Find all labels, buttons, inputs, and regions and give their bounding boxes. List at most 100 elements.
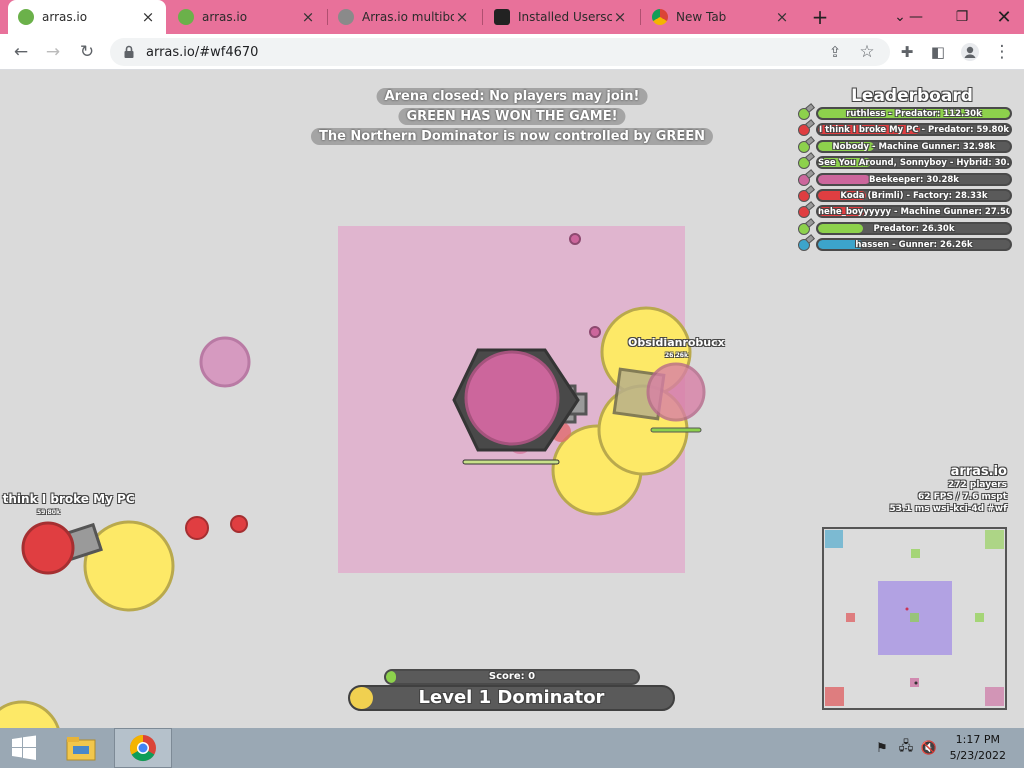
dominator-health-bar bbox=[462, 459, 560, 465]
tank-icon bbox=[798, 206, 810, 219]
tank-icon bbox=[798, 140, 810, 153]
chrome-taskbar-icon[interactable] bbox=[114, 728, 172, 768]
tab-title: arras.io bbox=[42, 10, 88, 24]
player-score-label: 26.26k bbox=[665, 352, 688, 359]
close-tab-icon[interactable]: × bbox=[454, 8, 470, 26]
yellow-bullet bbox=[83, 520, 175, 612]
player-name-label: I think I broke My PC bbox=[0, 492, 135, 506]
bookmark-star-icon[interactable]: ☆ bbox=[854, 39, 880, 65]
tab-arras-multibox[interactable]: Arras.io multibox × bbox=[328, 0, 480, 34]
tab-title: New Tab bbox=[676, 10, 727, 24]
leaderboard-title: Leaderboard bbox=[851, 86, 973, 106]
tab-arras-active[interactable]: arras.io × bbox=[8, 0, 166, 34]
pink-drone bbox=[199, 336, 251, 388]
game-canvas[interactable]: Arena closed: No players may join! GREEN… bbox=[0, 70, 1024, 728]
player-count: 272 players bbox=[947, 480, 1007, 490]
yellow-bullet bbox=[0, 700, 60, 728]
tab-divider bbox=[482, 9, 483, 25]
chrome-menu-icon[interactable]: ⋮ bbox=[989, 39, 1015, 65]
leaderboard-score-bar: I think I broke My PC - Predator: 59.80k bbox=[816, 123, 1012, 137]
announcement-dominator: The Northern Dominator is now controlled… bbox=[310, 128, 714, 145]
tank-icon bbox=[798, 189, 810, 202]
close-window-button[interactable]: ✕ bbox=[984, 0, 1024, 34]
clock-date: 5/23/2022 bbox=[949, 749, 1006, 762]
tab-new-tab[interactable]: New Tab × bbox=[642, 0, 800, 34]
restore-button[interactable]: ❐ bbox=[942, 0, 982, 34]
clock-time: 1:17 PM bbox=[955, 733, 1000, 746]
forward-arrow-icon[interactable]: → bbox=[40, 39, 66, 65]
tab-installed-userscripts[interactable]: Installed Userscri × bbox=[484, 0, 638, 34]
leaderboard-entry-label: hehe_boyyyyyy - Machine Gunner: 27.50k bbox=[818, 207, 1012, 218]
system-clock[interactable]: 1:17 PM 5/23/2022 bbox=[950, 732, 1006, 764]
tank-icon bbox=[798, 124, 810, 137]
network-icon[interactable]: 🖧 bbox=[895, 728, 917, 768]
tampermonkey-icon bbox=[494, 9, 510, 25]
browser-tab-strip: arras.io × arras.io × Arras.io multibox … bbox=[0, 0, 1024, 34]
server-info: arras.io 272 players 62 FPS / 7.6 mspt 5… bbox=[890, 464, 1007, 515]
tank-icon bbox=[798, 239, 810, 252]
tank-icon bbox=[798, 222, 810, 235]
minimap-canvas bbox=[825, 530, 1004, 706]
red-tank-body bbox=[21, 521, 75, 575]
latency-readout: 53.1 ms wsi-kci-4d #wf bbox=[889, 504, 1007, 514]
tab-title: Arras.io multibox bbox=[362, 10, 454, 24]
reload-icon[interactable]: ↻ bbox=[74, 39, 100, 65]
leaderboard-score-bar: Beekeeper: 30.28k bbox=[816, 172, 1012, 186]
new-tab-button[interactable]: + bbox=[800, 0, 840, 34]
red-bullet bbox=[230, 515, 248, 533]
profile-avatar-icon[interactable] bbox=[957, 39, 983, 65]
address-bar[interactable]: arras.io/#wf4670 bbox=[110, 38, 890, 66]
pink-bullet bbox=[589, 326, 601, 338]
score-bar: Score: 0 bbox=[384, 669, 640, 685]
leaderboard-entry: Koda (Brimli) - Factory: 28.33k bbox=[796, 188, 1016, 204]
leaderboard-entry-label: I think I broke My PC - Predator: 59.80k bbox=[818, 125, 1010, 136]
url-text: arras.io/#wf4670 bbox=[146, 44, 259, 60]
minimize-button[interactable]: — bbox=[896, 0, 936, 34]
pink-bullet bbox=[569, 233, 581, 245]
leaderboard-score-bar: Nobody - Machine Gunner: 32.98k bbox=[816, 139, 1012, 153]
back-arrow-icon[interactable]: ← bbox=[8, 39, 34, 65]
extensions-puzzle-icon[interactable]: ✚ bbox=[894, 39, 920, 65]
lock-icon bbox=[124, 45, 134, 58]
leaderboard-entry-label: Beekeeper: 30.28k bbox=[869, 174, 959, 185]
globe-icon bbox=[338, 9, 354, 25]
dominator-core bbox=[464, 350, 560, 446]
close-tab-icon[interactable]: × bbox=[140, 8, 156, 26]
close-tab-icon[interactable]: × bbox=[612, 8, 628, 26]
leaderboard-entry: Beekeeper: 30.28k bbox=[796, 172, 1016, 188]
share-icon[interactable]: ⇪ bbox=[822, 39, 848, 65]
score-label: Score: 0 bbox=[488, 671, 536, 682]
minimap bbox=[822, 527, 1007, 710]
leaderboard-entry-label: Nobody - Machine Gunner: 32.98k bbox=[832, 141, 996, 152]
leaderboard-entry-label: See You Around, Sonnyboy - Hybrid: 30.84… bbox=[818, 158, 1012, 169]
arras-icon bbox=[178, 9, 194, 25]
windows-start-icon[interactable] bbox=[0, 728, 48, 768]
leaderboard: Leaderboard ruthless - Predator: 112.30k… bbox=[796, 86, 1016, 254]
close-tab-icon[interactable]: × bbox=[774, 8, 790, 26]
leaderboard-score-bar: hehe_boyyyyyy - Machine Gunner: 27.50k bbox=[816, 205, 1012, 219]
level-label: Level 1 Dominator bbox=[418, 687, 605, 708]
player-score-label: 59.80k bbox=[37, 509, 60, 516]
player-health-bar bbox=[650, 427, 702, 433]
tank-icon bbox=[798, 157, 810, 170]
side-panel-icon[interactable]: ◧ bbox=[925, 39, 951, 65]
tank-icon bbox=[798, 173, 810, 186]
leaderboard-entry: See You Around, Sonnyboy - Hybrid: 30.84… bbox=[796, 155, 1016, 171]
leaderboard-entry-label: hassen - Gunner: 26.26k bbox=[855, 240, 973, 251]
file-explorer-icon[interactable] bbox=[58, 728, 104, 768]
leaderboard-entry-label: Koda (Brimli) - Factory: 28.33k bbox=[840, 190, 988, 201]
leaderboard-entry: hehe_boyyyyyy - Machine Gunner: 27.50k bbox=[796, 204, 1016, 220]
leaderboard-list: ruthless - Predator: 112.30k I think I br… bbox=[796, 106, 1016, 254]
pink-drone bbox=[646, 362, 706, 422]
leaderboard-score-bar: See You Around, Sonnyboy - Hybrid: 30.84… bbox=[816, 156, 1012, 170]
browser-toolbar: ← → ↻ arras.io/#wf4670 ⇪ ☆ ✚ ◧ ⋮ bbox=[0, 34, 1024, 70]
leaderboard-entry: I think I broke My PC - Predator: 59.80k bbox=[796, 122, 1016, 138]
player-name-label: Obsidianrobucx bbox=[628, 336, 725, 349]
close-tab-icon[interactable]: × bbox=[300, 8, 316, 26]
tab-title: Installed Userscri bbox=[518, 10, 612, 24]
leaderboard-entry-label: Predator: 26.30k bbox=[873, 223, 955, 234]
tab-arras[interactable]: arras.io × bbox=[168, 0, 326, 34]
leaderboard-entry-label: ruthless - Predator: 112.30k bbox=[846, 109, 982, 119]
action-center-flag-icon[interactable]: ⚑ bbox=[870, 728, 894, 768]
volume-muted-icon[interactable]: 🔇 bbox=[918, 728, 940, 768]
